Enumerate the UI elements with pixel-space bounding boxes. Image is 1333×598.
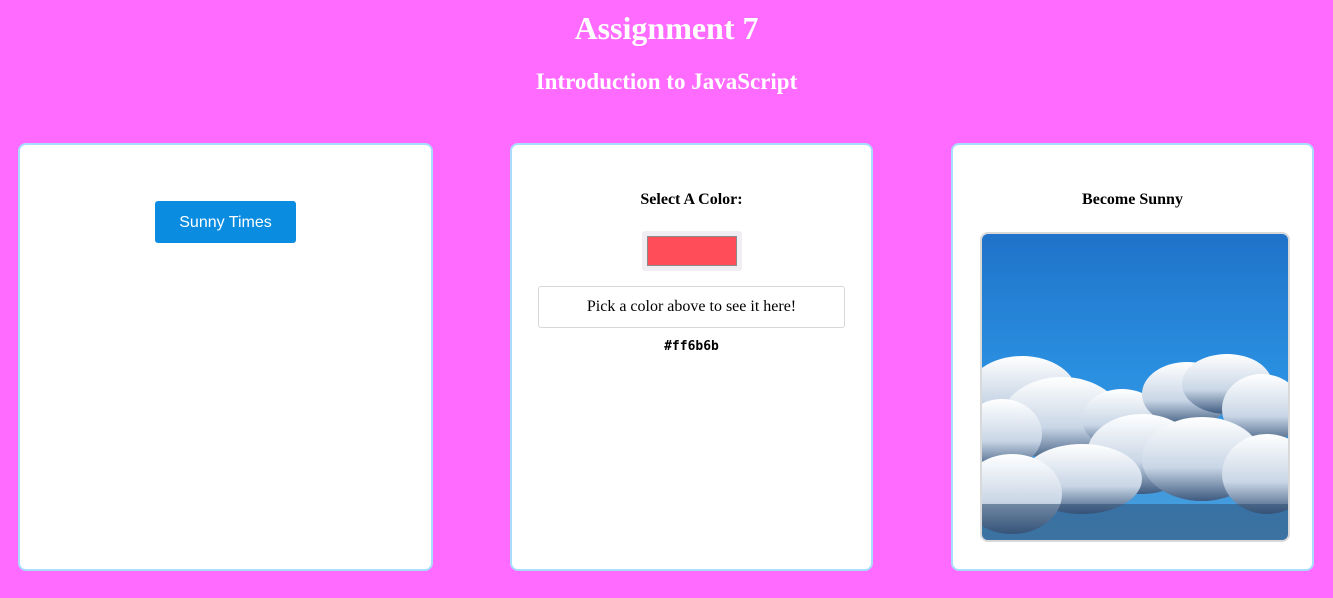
hex-code-text: #ff6b6b <box>664 339 719 354</box>
become-sunny-label: Become Sunny <box>1082 191 1183 208</box>
color-display-box: Pick a color above to see it here! <box>538 286 845 328</box>
sky-clouds-image <box>980 232 1290 542</box>
color-swatch <box>647 236 737 266</box>
color-picker-card: Select A Color: Pick a color above to se… <box>510 143 873 571</box>
sunny-times-card: Sunny Times <box>18 143 433 571</box>
select-color-label: Select A Color: <box>640 191 743 208</box>
page-title: Assignment 7 <box>574 10 759 46</box>
become-sunny-card: Become Sunny <box>951 143 1314 571</box>
color-input[interactable] <box>642 231 742 271</box>
page-subtitle: Introduction to JavaScript <box>535 69 798 94</box>
sunny-times-button[interactable]: Sunny Times <box>155 201 296 243</box>
